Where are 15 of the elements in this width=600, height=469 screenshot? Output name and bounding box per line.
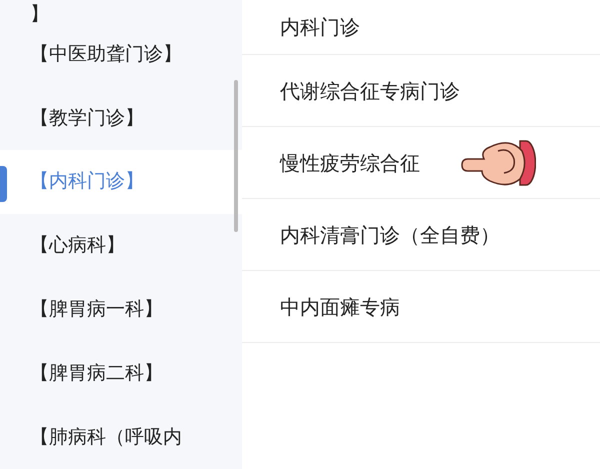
selection-indicator xyxy=(0,166,7,202)
sidebar-item[interactable]: 【内科门诊】 xyxy=(0,150,242,214)
list-item[interactable]: 慢性疲劳综合征 xyxy=(242,127,600,199)
sidebar-item[interactable]: 】 xyxy=(0,0,242,22)
sidebar-item[interactable]: 【脾胃病一科】 xyxy=(0,277,242,342)
scrollbar[interactable] xyxy=(234,80,238,232)
list-item[interactable]: 中内面瘫专病 xyxy=(242,271,600,343)
sidebar-item[interactable]: 【心病科】 xyxy=(0,214,242,278)
list-item[interactable]: 内科清膏门诊（全自费） xyxy=(242,199,600,271)
sidebar-item[interactable]: 【教学门诊】 xyxy=(0,86,242,150)
list-item[interactable]: 内科门诊 xyxy=(242,0,600,55)
sidebar-item[interactable]: 【脾胃病二科】 xyxy=(0,341,242,406)
sidebar-item[interactable]: 【中医助聋门诊】 xyxy=(0,22,242,86)
sidebar-item[interactable]: 【肺病科（呼吸内 xyxy=(0,405,242,469)
list-item[interactable]: 代谢综合征专病门诊 xyxy=(242,55,600,127)
